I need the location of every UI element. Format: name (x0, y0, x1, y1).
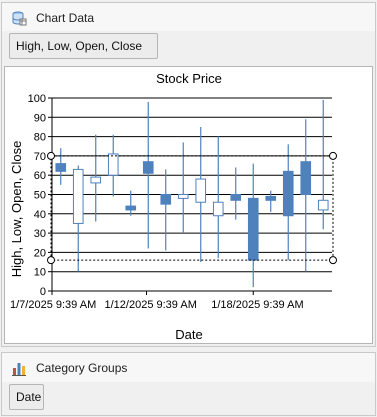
category-field-label: Date (16, 390, 42, 404)
chart-title: Stock Price (156, 71, 222, 86)
chart-data-title: Chart Data (36, 10, 95, 25)
chart-candle-bodies (55, 153, 329, 261)
value-field-chip[interactable]: High, Low, Open, Close (9, 33, 158, 59)
candle-body (160, 194, 172, 205)
selection-handle (47, 151, 55, 160)
candle-body (125, 205, 137, 211)
y-tick-label: 90 (34, 112, 46, 124)
selection-handle (47, 256, 55, 265)
x-axis-title: Date (175, 327, 202, 342)
y-tick-label: 40 (34, 209, 46, 221)
y-tick-label: 30 (34, 228, 46, 240)
candle-body (317, 199, 329, 211)
candle-body (72, 168, 84, 224)
chart-preview[interactable]: 0 10 20 30 40 50 60 70 80 90 100 1/7/2025 9:39 AM 1… (4, 66, 373, 344)
y-tick-label: 80 (34, 132, 46, 144)
y-tick-label: 100 (28, 93, 46, 105)
y-tick-label: 10 (34, 267, 46, 279)
candle-body (55, 163, 67, 172)
candle-body (177, 194, 189, 199)
category-field-chip[interactable]: Date (9, 384, 44, 410)
y-tick-label: 20 (34, 247, 46, 259)
y-tick-label: 70 (34, 151, 46, 163)
candle-body (230, 194, 242, 201)
category-groups-title: Category Groups (36, 360, 128, 375)
candle-body (195, 178, 207, 203)
stock-chart: 0102030405060708090100 1/7/2025 9:39 AM 1… (9, 71, 337, 342)
candle-body (212, 201, 224, 217)
y-tick-label: 50 (34, 190, 46, 202)
value-field-label: High, Low, Open, Close (16, 39, 143, 53)
category-groups-panel-header: Category Groups (1, 352, 376, 383)
x-tick-label: 1/7/2025 9:39 AM (10, 299, 96, 311)
y-axis-title: High, Low, Open, Close (9, 141, 24, 278)
candle-body (90, 176, 102, 184)
x-tick-label: 1/18/2025 9:39 AM (211, 299, 303, 311)
candle-body (282, 170, 294, 217)
candle-body (142, 161, 154, 174)
candle-body (265, 195, 277, 201)
candle-body (107, 153, 119, 176)
category-groups-panel-body (1, 382, 376, 416)
chart-data-panel-header: Chart Data (1, 2, 376, 33)
y-tick-label: 0 (40, 286, 46, 298)
y-tick-label: 60 (34, 170, 46, 182)
candle-body (247, 197, 259, 261)
y-axis-ticks: 0 10 20 30 40 50 60 70 80 90 100 (28, 93, 46, 298)
x-tick-label: 1/12/2025 9:39 AM (105, 299, 197, 311)
candle-body (300, 161, 312, 196)
database-icon (12, 11, 27, 25)
x-axis-ticks: 1/7/2025 9:39 AM 1/12/2025 9:39 AM 1/18/20… (10, 291, 304, 311)
selection-handle (329, 151, 337, 160)
bar-chart-icon (12, 362, 26, 376)
selection-handle (329, 256, 337, 265)
